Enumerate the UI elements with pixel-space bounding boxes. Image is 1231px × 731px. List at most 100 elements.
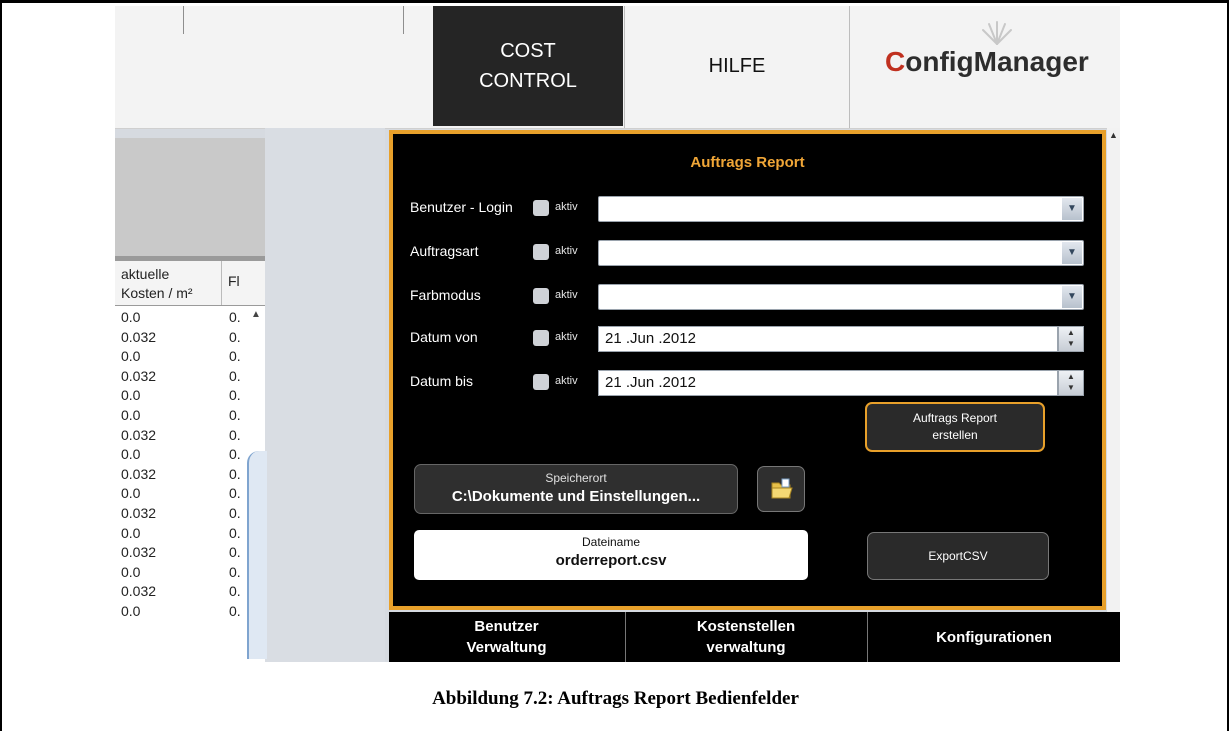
cell-kosten: 0.0 — [121, 446, 141, 463]
column-header-fl[interactable]: Fl — [228, 273, 240, 289]
chevron-down-icon[interactable]: ▼ — [1062, 198, 1082, 220]
table-header: aktuelle Kosten / m² Fl — [115, 261, 265, 306]
dateiname-label: Dateiname — [581, 535, 641, 549]
table-row[interactable]: 0.0 0. — [115, 603, 265, 620]
cell-fl: 0. — [229, 465, 241, 482]
aktiv-checkbox-auftragsart[interactable] — [533, 244, 549, 260]
export-csv-button[interactable]: ExportCSV — [867, 532, 1049, 580]
auftragsart-select[interactable]: ▼ — [598, 240, 1084, 266]
left-pane-background — [265, 128, 385, 662]
column-header-aktuelle-kosten[interactable]: aktuelle Kosten / m² — [121, 265, 221, 303]
aktiv-label: aktiv — [555, 375, 578, 387]
cell-kosten: 0.032 — [121, 367, 157, 384]
cell-fl: 0. — [229, 485, 241, 502]
cell-kosten: 0.032 — [121, 583, 157, 600]
logo-rest: onfigManager — [905, 46, 1089, 77]
tab-hilfe[interactable]: HILFE — [625, 6, 849, 126]
table-row[interactable]: 0.0 0. — [115, 525, 265, 542]
tab-cost-control[interactable]: COST CONTROL — [433, 6, 623, 126]
aktiv-checkbox-datum-bis[interactable] — [533, 374, 549, 390]
table-row[interactable]: 0.032 0. — [115, 544, 265, 561]
tab-divider — [849, 6, 850, 128]
table-row[interactable]: 0.0 0. — [115, 446, 265, 463]
preview-panel — [115, 138, 265, 261]
speicherort-button[interactable]: Speicherort C:\Dokumente und Einstellung… — [414, 464, 738, 514]
table-row[interactable]: 0.032 0. — [115, 583, 265, 600]
tab-label: Verwaltung — [466, 639, 547, 656]
cell-fl: 0. — [229, 328, 241, 345]
table-row[interactable]: 0.0 0. — [115, 348, 265, 365]
cell-kosten: 0.032 — [121, 426, 157, 443]
button-label: erstellen — [932, 428, 978, 442]
datum-bis-spinner[interactable]: ▲ ▼ — [1058, 370, 1084, 396]
cell-fl: 0. — [229, 446, 241, 463]
top-navigation-bar: COST CONTROL HILFE ConfigManager — [115, 6, 1120, 129]
cell-fl: 0. — [229, 426, 241, 443]
tab-label: Kostenstellen — [696, 618, 796, 635]
chevron-down-icon[interactable]: ▼ — [1062, 242, 1082, 264]
cell-fl: 0. — [229, 603, 241, 619]
create-report-button[interactable]: Auftrags Report erstellen — [865, 402, 1045, 452]
table-row[interactable]: 0.0 0. — [115, 485, 265, 502]
logo-c: C — [885, 46, 906, 77]
cell-kosten: 0.0 — [121, 485, 141, 502]
cell-kosten: 0.0 — [121, 387, 141, 404]
cell-fl: 0. — [229, 544, 241, 561]
datum-bis-field[interactable]: 21 .Jun .2012 — [598, 370, 1058, 396]
cell-kosten: 0.0 — [121, 348, 141, 365]
table-row[interactable]: 0.032 0. — [115, 505, 265, 522]
browse-folder-button[interactable] — [757, 466, 805, 512]
cell-kosten: 0.0 — [121, 603, 141, 619]
column-header-text: aktuelle — [121, 266, 170, 282]
dateiname-field[interactable]: Dateiname orderreport.csv — [414, 530, 808, 580]
cell-kosten: 0.032 — [121, 465, 157, 482]
cell-fl: 0. — [229, 563, 241, 580]
cell-kosten: 0.0 — [121, 524, 141, 541]
right-scrollbar[interactable]: ▲ — [1107, 128, 1120, 612]
table-row[interactable]: 0.032 0. — [115, 427, 265, 444]
farbmodus-select[interactable]: ▼ — [598, 284, 1084, 310]
bottom-tab-bar: Benutzer Verwaltung Kostenstellen verwaltu… — [389, 612, 1120, 662]
scroll-up-arrow-icon[interactable]: ▲ — [251, 309, 261, 320]
table-row[interactable]: 0.032 0. — [115, 368, 265, 385]
datum-von-field[interactable]: 21 .Jun .2012 — [598, 326, 1058, 352]
speicherort-label: Speicherort — [545, 471, 607, 485]
column-separator — [221, 261, 222, 305]
logo-rays-icon — [982, 21, 1012, 45]
table-row[interactable]: 0.032 0. — [115, 329, 265, 346]
tab-hilfe-label: HILFE — [708, 54, 766, 77]
cell-fl: 0. — [229, 309, 241, 325]
cell-fl: 0. — [229, 524, 241, 541]
field-label: Auftragsart — [410, 243, 479, 259]
table-row[interactable]: 0.0 0. — [115, 407, 265, 424]
cell-kosten: 0.0 — [121, 407, 141, 423]
tab-kostenstellen-verwaltung[interactable]: Kostenstellen verwaltung — [626, 612, 866, 662]
table-row[interactable]: 0.0 0. — [115, 564, 265, 581]
aktiv-checkbox-datum-von[interactable] — [533, 330, 549, 346]
cell-kosten: 0.0 — [121, 309, 141, 325]
aktiv-checkbox-farbmodus[interactable] — [533, 288, 549, 304]
tab-label: verwaltung — [706, 639, 786, 656]
cell-fl: 0. — [229, 348, 241, 365]
table-scrollbar[interactable] — [247, 451, 267, 659]
aktiv-checkbox-benutzer[interactable] — [533, 200, 549, 216]
table-row[interactable]: 0.032 0. — [115, 466, 265, 483]
table-row[interactable]: 0.0 0. — [115, 309, 265, 326]
aktiv-label: aktiv — [555, 331, 578, 343]
benutzer-login-select[interactable]: ▼ — [598, 196, 1084, 222]
field-label: Datum bis — [410, 373, 474, 389]
tab-cost-control-label: COST — [500, 40, 556, 62]
configmanager-logo: ConfigManager — [873, 16, 1113, 116]
table-row[interactable]: 0.0 0. — [115, 387, 265, 404]
dateiname-value: orderreport.csv — [555, 552, 667, 569]
toolbar-divider — [183, 6, 184, 34]
datum-von-spinner[interactable]: ▲ ▼ — [1058, 326, 1084, 352]
cost-table: aktuelle Kosten / m² Fl 0.0 0. 0.032 0. 0.0 0… — [115, 261, 267, 662]
tab-benutzer-verwaltung[interactable]: Benutzer Verwaltung — [389, 612, 624, 662]
field-label: Datum von — [410, 329, 478, 345]
cell-kosten: 0.032 — [121, 544, 157, 561]
scroll-up-arrow-icon[interactable]: ▲ — [1109, 130, 1118, 140]
logo-text: ConfigManager — [885, 46, 1089, 78]
chevron-down-icon[interactable]: ▼ — [1062, 286, 1082, 308]
tab-konfigurationen[interactable]: Konfigurationen — [868, 612, 1120, 662]
